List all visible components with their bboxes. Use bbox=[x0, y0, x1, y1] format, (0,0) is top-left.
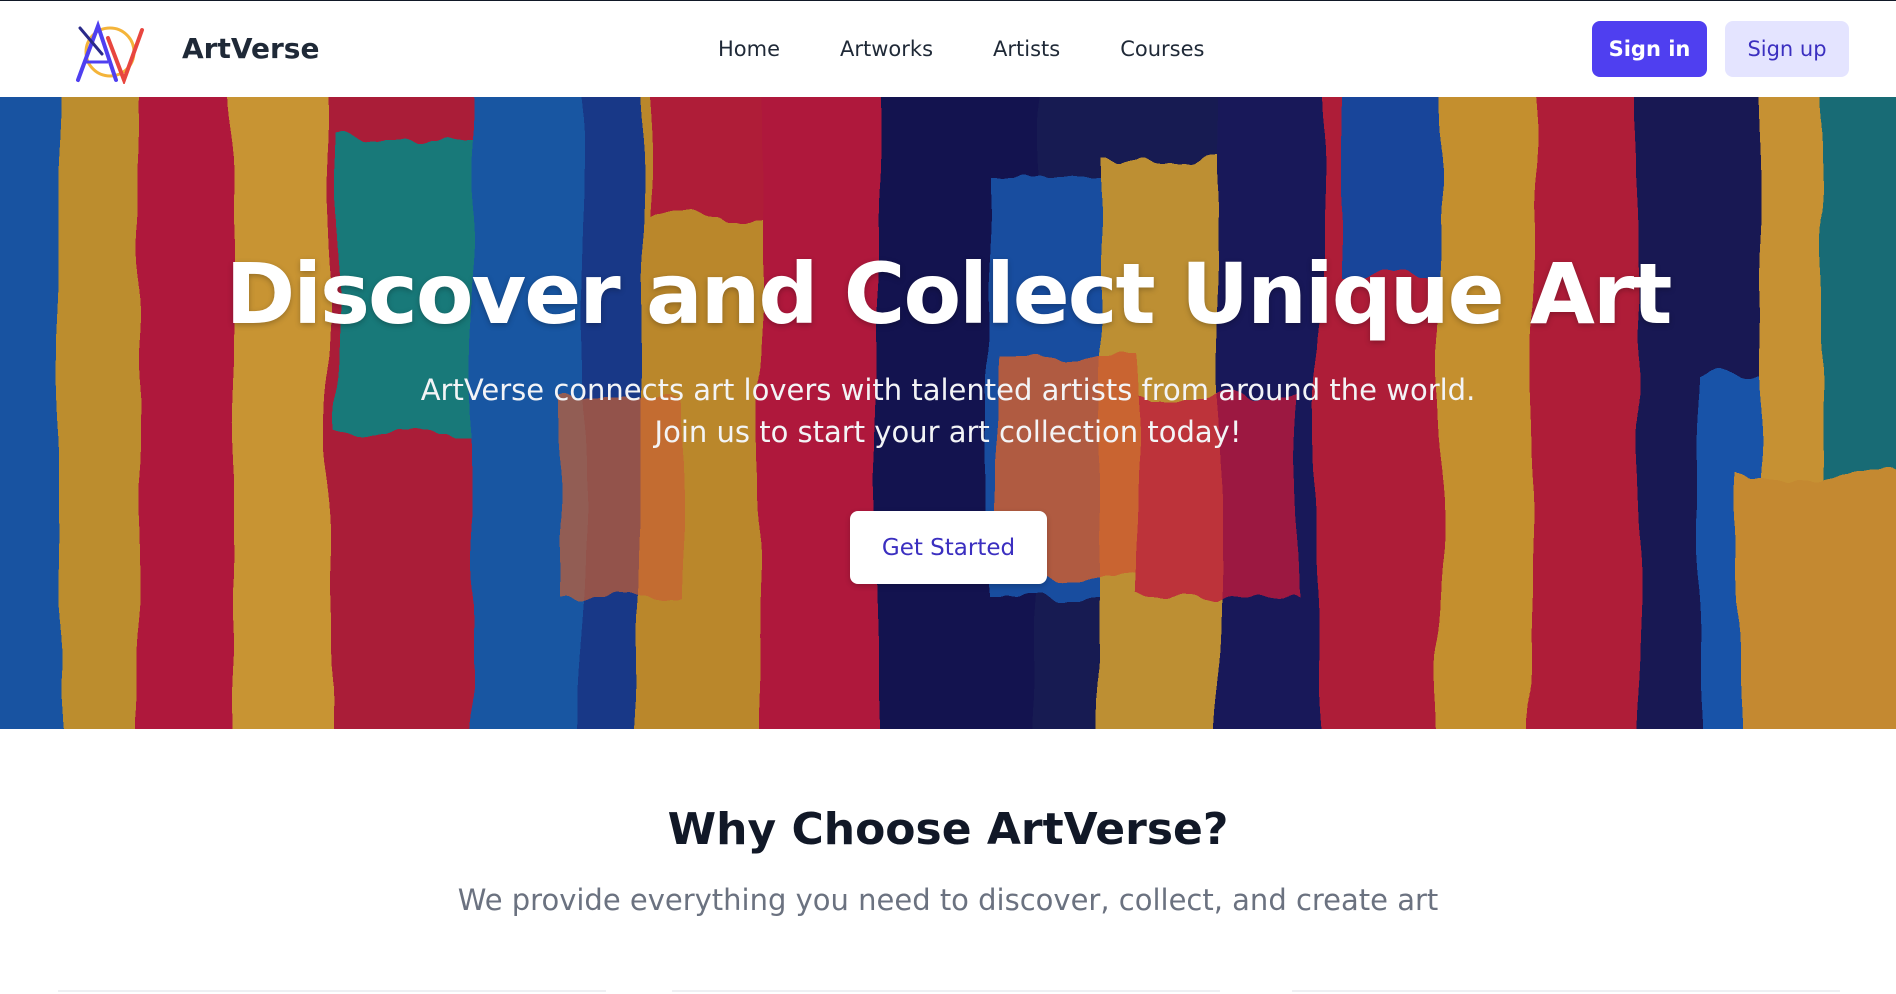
sign-in-button[interactable]: Sign in bbox=[1592, 21, 1707, 77]
artverse-logo-icon[interactable] bbox=[72, 18, 152, 86]
hero-title: Discover and Collect Unique Art bbox=[225, 245, 1673, 343]
main-nav: Home Artworks Artists Courses bbox=[718, 37, 1264, 61]
nav-courses[interactable]: Courses bbox=[1120, 37, 1204, 61]
nav-artworks[interactable]: Artworks bbox=[840, 37, 933, 61]
get-started-button[interactable]: Get Started bbox=[850, 511, 1047, 584]
feature-card-edge bbox=[672, 990, 1220, 992]
feature-card-edge bbox=[1292, 990, 1840, 992]
navbar: ArtVerse Home Artworks Artists Courses S… bbox=[0, 1, 1896, 97]
nav-artists[interactable]: Artists bbox=[993, 37, 1060, 61]
features-subtitle: We provide everything you need to discov… bbox=[457, 883, 1439, 917]
sign-up-button[interactable]: Sign up bbox=[1725, 21, 1849, 77]
nav-home[interactable]: Home bbox=[718, 37, 780, 61]
hero-subtitle: ArtVerse connects art lovers with talent… bbox=[420, 373, 1476, 449]
features-title: Why Choose ArtVerse? bbox=[667, 804, 1229, 855]
brand-name[interactable]: ArtVerse bbox=[182, 32, 319, 65]
hero-section: Discover and Collect Unique Art ArtVerse… bbox=[0, 97, 1896, 729]
feature-card-edge bbox=[58, 990, 606, 992]
